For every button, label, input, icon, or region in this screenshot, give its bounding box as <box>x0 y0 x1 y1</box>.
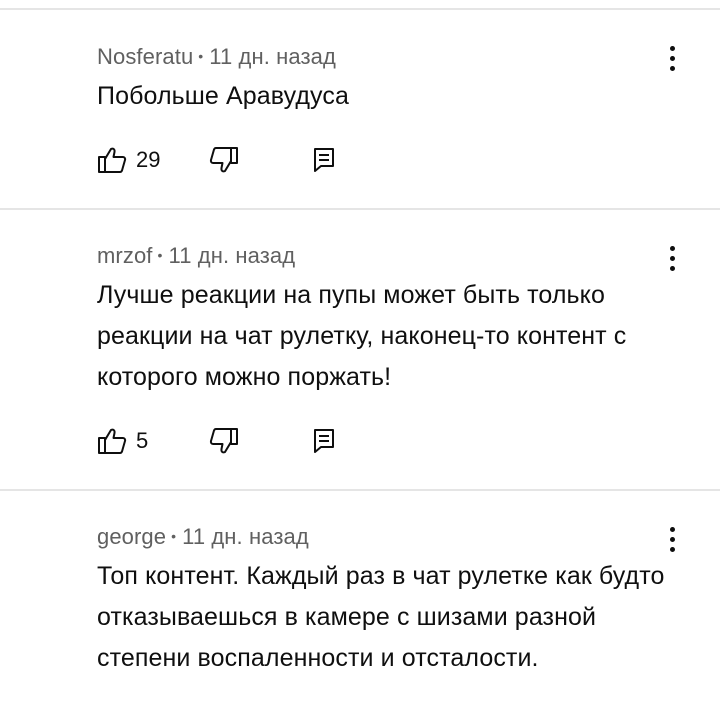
thumbs-down-icon <box>209 428 238 454</box>
comment-timestamp[interactable]: 11 дн. назад <box>182 524 309 549</box>
dislike-button[interactable] <box>209 145 239 175</box>
more-vert-icon-dot <box>669 546 675 552</box>
dislike-button[interactable] <box>209 426 239 456</box>
comment-actions: 5 <box>97 426 417 456</box>
comment-divider <box>0 208 720 210</box>
comment-meta: Nosferatu • 11 дн. назад <box>97 44 336 70</box>
meta-separator: • <box>157 247 163 263</box>
comment-author[interactable]: george <box>97 524 166 549</box>
like-count: 29 <box>136 147 161 172</box>
comment-text: Побольше Аравудуса <box>97 82 349 110</box>
thumbs-up-icon <box>98 147 127 173</box>
more-vert-icon-dot <box>669 55 675 61</box>
reply-icon <box>314 148 334 172</box>
reply-button[interactable] <box>312 145 336 175</box>
like-button[interactable]: 29 <box>97 145 160 175</box>
more-vert-icon <box>669 45 675 51</box>
more-vert-icon <box>669 526 675 532</box>
reply-icon <box>314 429 334 453</box>
like-button[interactable]: 5 <box>97 426 148 456</box>
thumbs-up-icon <box>98 428 127 454</box>
comment-meta: mrzof • 11 дн. назад <box>97 243 295 269</box>
comment-menu-button[interactable] <box>656 519 688 559</box>
more-vert-icon-dot <box>669 255 675 261</box>
comment-actions: 29 <box>97 145 417 175</box>
thumbs-down-icon <box>209 147 238 173</box>
more-vert-icon <box>669 245 675 251</box>
comment-timestamp[interactable]: 11 дн. назад <box>209 44 336 69</box>
comment-divider <box>0 489 720 491</box>
comment-author[interactable]: Nosferatu <box>97 44 193 69</box>
comment-text: Лучше реакции на пупы может быть только … <box>97 281 627 391</box>
comment-menu-button[interactable] <box>656 38 688 78</box>
comment-text: Топ контент. Каждый раз в чат рулетке ка… <box>97 562 665 672</box>
more-vert-icon-dot <box>669 265 675 271</box>
comment-divider <box>0 8 720 10</box>
like-count: 5 <box>136 428 149 453</box>
reply-button[interactable] <box>312 426 336 456</box>
more-vert-icon-dot <box>669 65 675 71</box>
meta-separator: • <box>198 48 204 64</box>
comment-author[interactable]: mrzof <box>97 243 153 268</box>
meta-separator: • <box>171 528 177 544</box>
comment-meta: george • 11 дн. назад <box>97 524 309 550</box>
more-vert-icon-dot <box>669 536 675 542</box>
comment-menu-button[interactable] <box>656 238 688 278</box>
comment-timestamp[interactable]: 11 дн. назад <box>169 243 296 268</box>
